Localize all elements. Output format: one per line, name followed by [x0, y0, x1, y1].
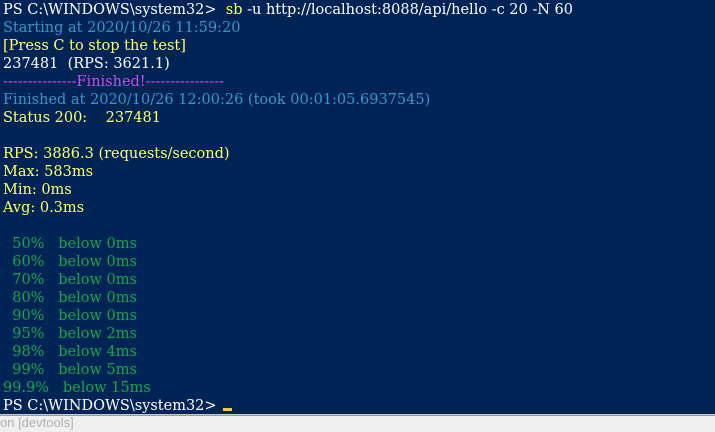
- final-prompt-line[interactable]: PS C:\WINDOWS\system32>: [3, 397, 232, 414]
- command-args: -u http://localhost:8088/api/hello -c 20…: [247, 2, 573, 18]
- percentile-row: 90% below 0ms: [3, 308, 137, 324]
- command-name: sb: [225, 2, 243, 18]
- percentile-row: 80% below 0ms: [3, 290, 137, 306]
- min-line: Min: 0ms: [3, 182, 72, 198]
- finished-banner: ---------------Finished!----------------: [3, 74, 225, 90]
- prompt: PS C:\WINDOWS\system32>: [3, 2, 217, 18]
- percentile-row: 50% below 0ms: [3, 236, 137, 252]
- status-bar: on [devtools]: [0, 414, 715, 432]
- rps-line: RPS: 3886.3 (requests/second): [3, 146, 230, 162]
- progress-line: 237481 (RPS: 3621.1): [3, 56, 170, 72]
- status-bar-text: on [devtools]: [0, 415, 74, 430]
- starting-line: Starting at 2020/10/26 11:59:20: [3, 20, 241, 36]
- status-code-line: Status 200: 237481: [3, 110, 161, 126]
- status-bar-divider: [0, 415, 715, 416]
- command-line: PS C:\WINDOWS\system32> sb -u http://loc…: [3, 1, 573, 19]
- terminal-window[interactable]: PS C:\WINDOWS\system32> sb -u http://loc…: [0, 0, 715, 414]
- final-prompt: PS C:\WINDOWS\system32>: [3, 398, 217, 414]
- percentile-row: 95% below 2ms: [3, 326, 137, 342]
- percentile-row: 60% below 0ms: [3, 254, 137, 270]
- percentile-row: 98% below 4ms: [3, 344, 137, 360]
- avg-line: Avg: 0.3ms: [3, 200, 85, 216]
- percentile-row: 99% below 5ms: [3, 362, 137, 378]
- text-cursor: [222, 408, 232, 411]
- finished-at-line: Finished at 2020/10/26 12:00:26 (took 00…: [3, 92, 431, 108]
- max-line: Max: 583ms: [3, 164, 94, 180]
- percentile-row: 99.9% below 15ms: [3, 380, 151, 396]
- press-c-line: [Press C to stop the test]: [3, 38, 186, 54]
- percentile-row: 70% below 0ms: [3, 272, 137, 288]
